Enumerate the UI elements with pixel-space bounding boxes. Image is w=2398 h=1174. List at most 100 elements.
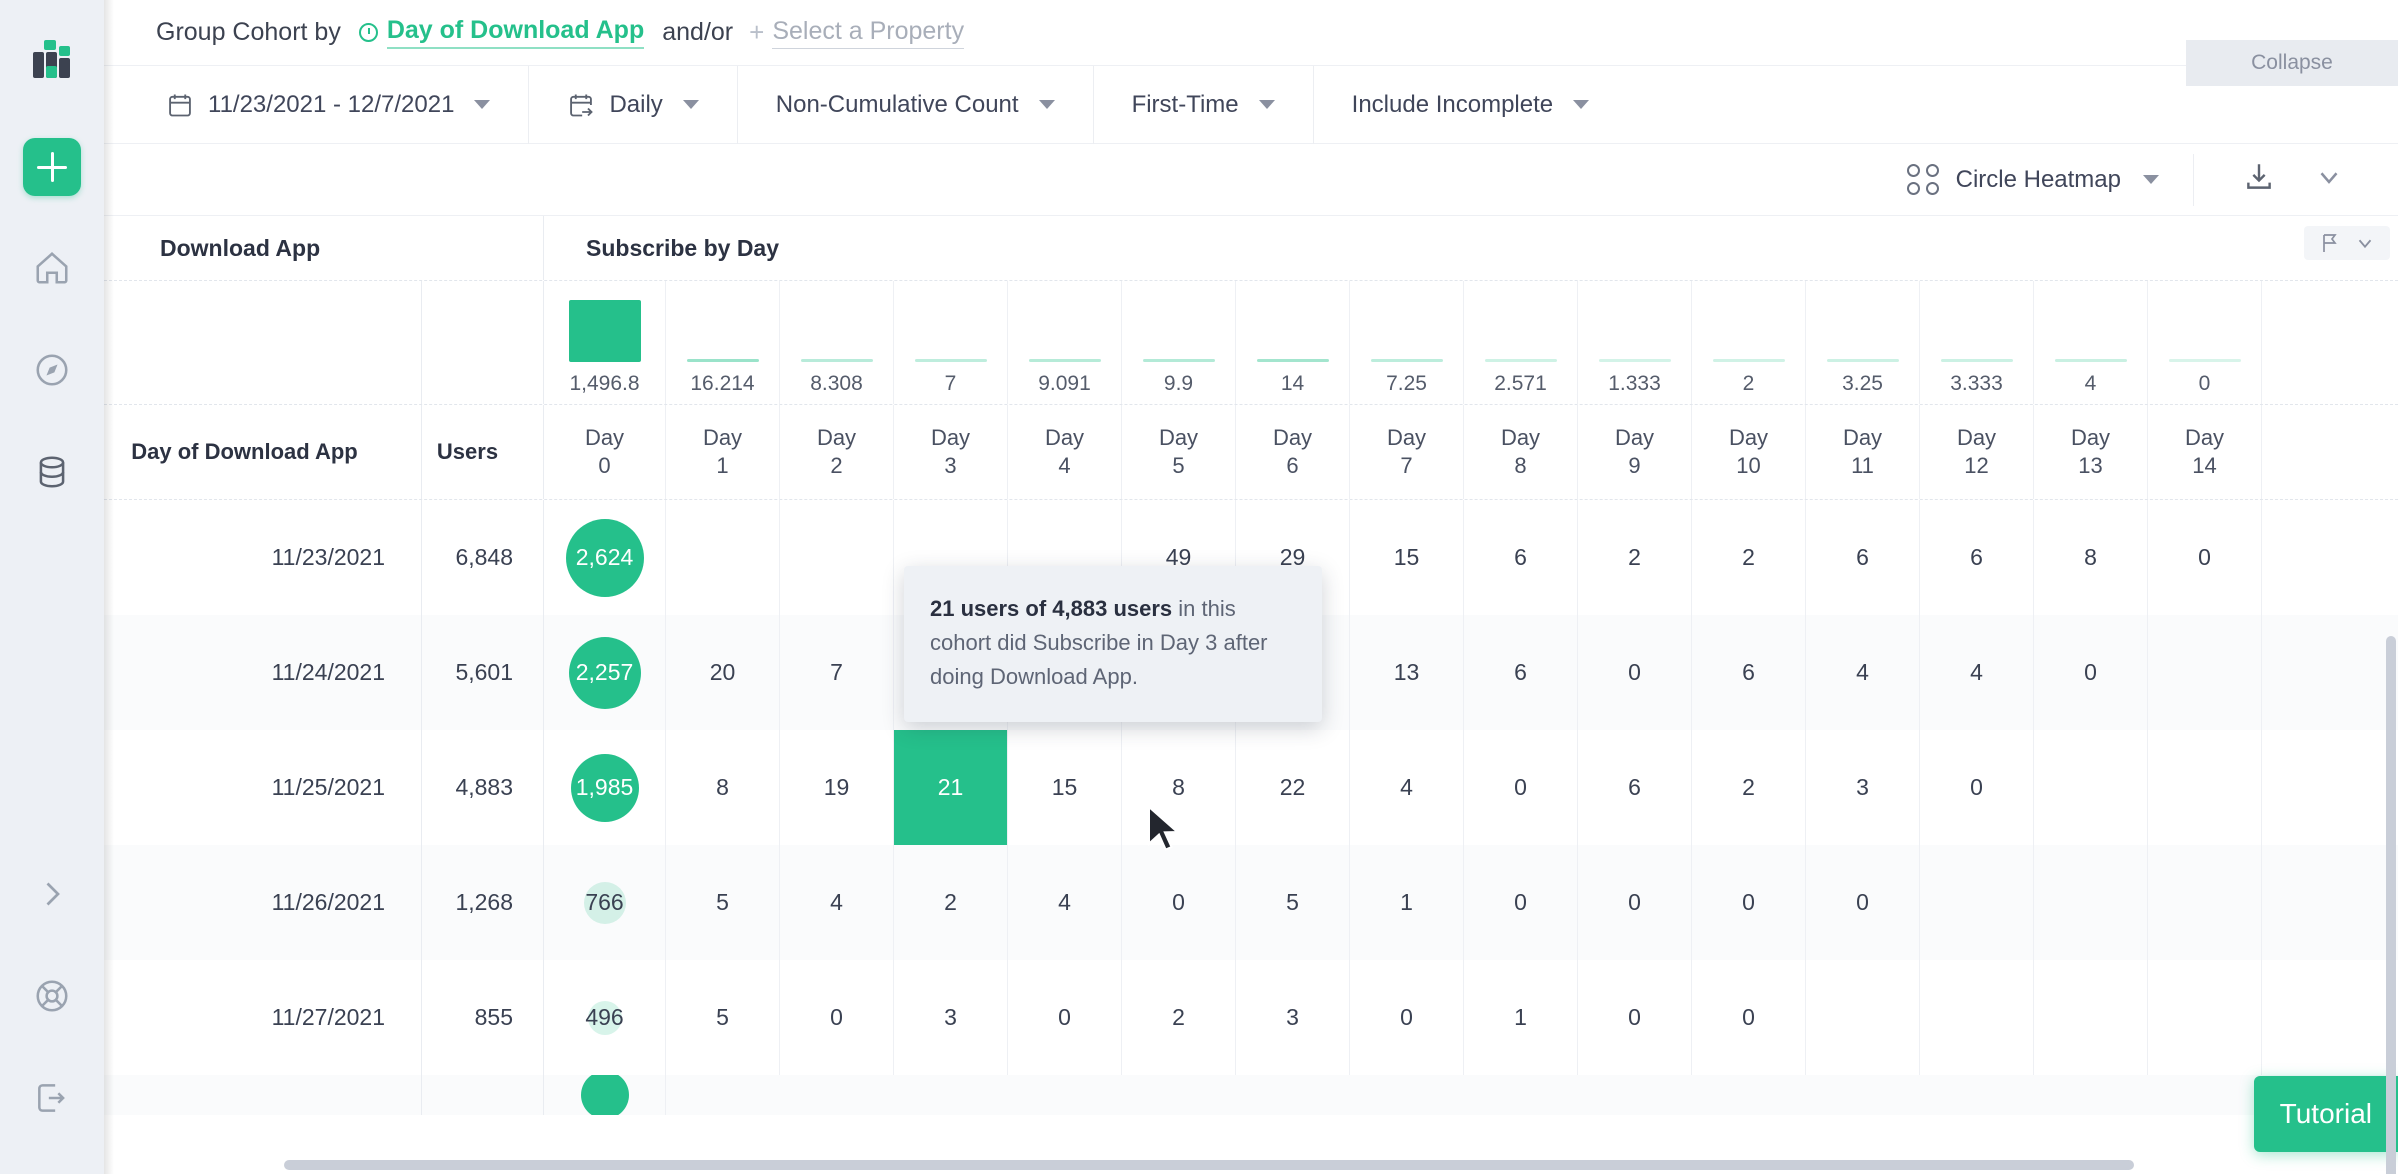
add-button[interactable] bbox=[23, 138, 81, 196]
heatmap-cell[interactable]: 5 bbox=[666, 845, 780, 960]
heatmap-cell[interactable]: 7 bbox=[780, 615, 894, 730]
sidebar-item-expand[interactable] bbox=[22, 864, 82, 924]
heatmap-cell[interactable]: 6 bbox=[1464, 615, 1578, 730]
heatmap-cell[interactable] bbox=[2148, 730, 2262, 845]
heatmap-cell[interactable]: 6 bbox=[1692, 615, 1806, 730]
heatmap-cell[interactable]: 5 bbox=[1236, 845, 1350, 960]
sidebar-item-explore[interactable] bbox=[22, 340, 82, 400]
heatmap-cell[interactable] bbox=[2034, 960, 2148, 1075]
heatmap-cell[interactable]: 20 bbox=[666, 615, 780, 730]
day-column-header[interactable]: Day 4 bbox=[1008, 405, 1122, 499]
heatmap-cell[interactable]: 2 bbox=[1692, 730, 1806, 845]
sidebar-item-logout[interactable] bbox=[22, 1068, 82, 1128]
select-property-button[interactable]: + Select a Property bbox=[749, 17, 965, 49]
day-column-header[interactable]: Day 6 bbox=[1236, 405, 1350, 499]
horizontal-scrollbar[interactable] bbox=[284, 1160, 2134, 1170]
heatmap-cell[interactable]: 0 bbox=[1692, 960, 1806, 1075]
heatmap-cell[interactable]: 6 bbox=[1464, 500, 1578, 615]
completeness-filter[interactable]: Include Incomplete bbox=[1314, 66, 1627, 144]
day-column-header[interactable]: Day 3 bbox=[894, 405, 1008, 499]
heatmap-cell[interactable]: 0 bbox=[1350, 960, 1464, 1075]
day-column-header[interactable]: Day 8 bbox=[1464, 405, 1578, 499]
heatmap-cell[interactable]: 21 bbox=[894, 730, 1008, 845]
day-column-header[interactable]: Day 12 bbox=[1920, 405, 2034, 499]
heatmap-cell[interactable]: 22 bbox=[1236, 730, 1350, 845]
heatmap-cell[interactable]: 3 bbox=[894, 960, 1008, 1075]
heatmap-cell[interactable]: 6 bbox=[1920, 500, 2034, 615]
vertical-scrollbar[interactable] bbox=[2386, 636, 2396, 1174]
heatmap-cell[interactable]: 4 bbox=[1920, 615, 2034, 730]
heatmap-cell[interactable]: 0 bbox=[1008, 960, 1122, 1075]
heatmap-cell[interactable]: 1,985 bbox=[544, 730, 666, 845]
more-options-button[interactable] bbox=[2314, 162, 2344, 197]
analytics-logo[interactable] bbox=[30, 40, 74, 84]
counting-method-filter[interactable]: Non-Cumulative Count bbox=[738, 65, 1094, 144]
heatmap-cell[interactable]: 2 bbox=[894, 845, 1008, 960]
tutorial-button[interactable]: Tutorial bbox=[2253, 1076, 2398, 1152]
heatmap-cell[interactable]: 8 bbox=[2034, 500, 2148, 615]
cohort-bubble[interactable]: 2,624 bbox=[565, 518, 644, 597]
heatmap-cell[interactable]: 15 bbox=[1008, 730, 1122, 845]
day-column-header[interactable]: Day 2 bbox=[780, 405, 894, 499]
sidebar-item-home[interactable] bbox=[22, 238, 82, 298]
day-column-header[interactable]: Day 9 bbox=[1578, 405, 1692, 499]
heatmap-cell[interactable]: 8 bbox=[666, 730, 780, 845]
heatmap-cell[interactable] bbox=[1920, 960, 2034, 1075]
cohort-bubble[interactable] bbox=[580, 1075, 629, 1115]
heatmap-cell[interactable]: 4 bbox=[1350, 730, 1464, 845]
cohort-property-chip[interactable]: Day of Download App bbox=[358, 16, 645, 49]
date-range-filter[interactable]: 11/23/2021 - 12/7/2021 bbox=[128, 65, 530, 144]
heatmap-cell[interactable]: 2 bbox=[1692, 500, 1806, 615]
day-column-header[interactable]: Day 0 bbox=[544, 405, 666, 499]
heatmap-cell[interactable]: 3 bbox=[1806, 730, 1920, 845]
heatmap-cell[interactable]: 4 bbox=[1806, 615, 1920, 730]
day-column-header[interactable]: Day 14 bbox=[2148, 405, 2262, 499]
heatmap-cell[interactable]: 0 bbox=[1578, 615, 1692, 730]
heatmap-cell[interactable]: 0 bbox=[1122, 845, 1236, 960]
heatmap-cell[interactable]: 5 bbox=[666, 960, 780, 1075]
download-button[interactable] bbox=[2242, 160, 2276, 199]
interval-filter[interactable]: Daily bbox=[529, 65, 738, 144]
day-column-header[interactable]: Day 11 bbox=[1806, 405, 1920, 499]
heatmap-cell[interactable]: 0 bbox=[1464, 845, 1578, 960]
day-column-header[interactable]: Day 10 bbox=[1692, 405, 1806, 499]
heatmap-cell[interactable] bbox=[2148, 845, 2262, 960]
day-column-header[interactable]: Day 7 bbox=[1350, 405, 1464, 499]
heatmap-cell[interactable] bbox=[2148, 960, 2262, 1075]
heatmap-cell[interactable]: 4 bbox=[1008, 845, 1122, 960]
heatmap-cell[interactable] bbox=[780, 500, 894, 615]
day-column-header[interactable]: Day 5 bbox=[1122, 405, 1236, 499]
cohort-bubble[interactable]: 2,257 bbox=[568, 636, 641, 709]
heatmap-cell[interactable]: 13 bbox=[1350, 615, 1464, 730]
heatmap-cell[interactable]: 496 bbox=[544, 960, 666, 1075]
heatmap-cell[interactable]: 0 bbox=[780, 960, 894, 1075]
heatmap-cell[interactable]: 0 bbox=[1920, 730, 2034, 845]
heatmap-cell[interactable]: 0 bbox=[2148, 500, 2262, 615]
heatmap-cell[interactable]: 0 bbox=[1692, 845, 1806, 960]
heatmap-cell[interactable] bbox=[666, 500, 780, 615]
sidebar-item-data[interactable] bbox=[22, 442, 82, 502]
heatmap-cell[interactable]: 6 bbox=[1578, 730, 1692, 845]
heatmap-cell[interactable]: 0 bbox=[1578, 960, 1692, 1075]
heatmap-cell[interactable]: 2 bbox=[1122, 960, 1236, 1075]
collapse-button[interactable]: Collapse bbox=[2186, 40, 2398, 86]
day-column-header[interactable]: Day 13 bbox=[2034, 405, 2148, 499]
heatmap-cell[interactable]: 0 bbox=[1578, 845, 1692, 960]
heatmap-cell[interactable]: 0 bbox=[1464, 730, 1578, 845]
occurrence-filter[interactable]: First-Time bbox=[1094, 65, 1314, 144]
heatmap-cell[interactable] bbox=[2034, 845, 2148, 960]
heatmap-cell[interactable]: 0 bbox=[2034, 615, 2148, 730]
heatmap-cell[interactable]: 766 bbox=[544, 845, 666, 960]
heatmap-cell[interactable] bbox=[2034, 730, 2148, 845]
heatmap-cell[interactable]: 4 bbox=[780, 845, 894, 960]
heatmap-cell[interactable]: 1 bbox=[1350, 845, 1464, 960]
heatmap-cell-hovered[interactable]: 21 bbox=[894, 730, 1007, 845]
heatmap-cell[interactable] bbox=[1920, 845, 2034, 960]
cohort-bubble[interactable]: 1,985 bbox=[570, 753, 639, 822]
cohort-bubble[interactable]: 766 bbox=[583, 881, 626, 924]
heatmap-cell[interactable]: 3 bbox=[1236, 960, 1350, 1075]
cohort-bubble[interactable]: 496 bbox=[585, 1000, 624, 1035]
day-column-header[interactable]: Day 1 bbox=[666, 405, 780, 499]
heatmap-cell[interactable]: 0 bbox=[1806, 845, 1920, 960]
heatmap-cell[interactable]: 2,257 bbox=[544, 615, 666, 730]
